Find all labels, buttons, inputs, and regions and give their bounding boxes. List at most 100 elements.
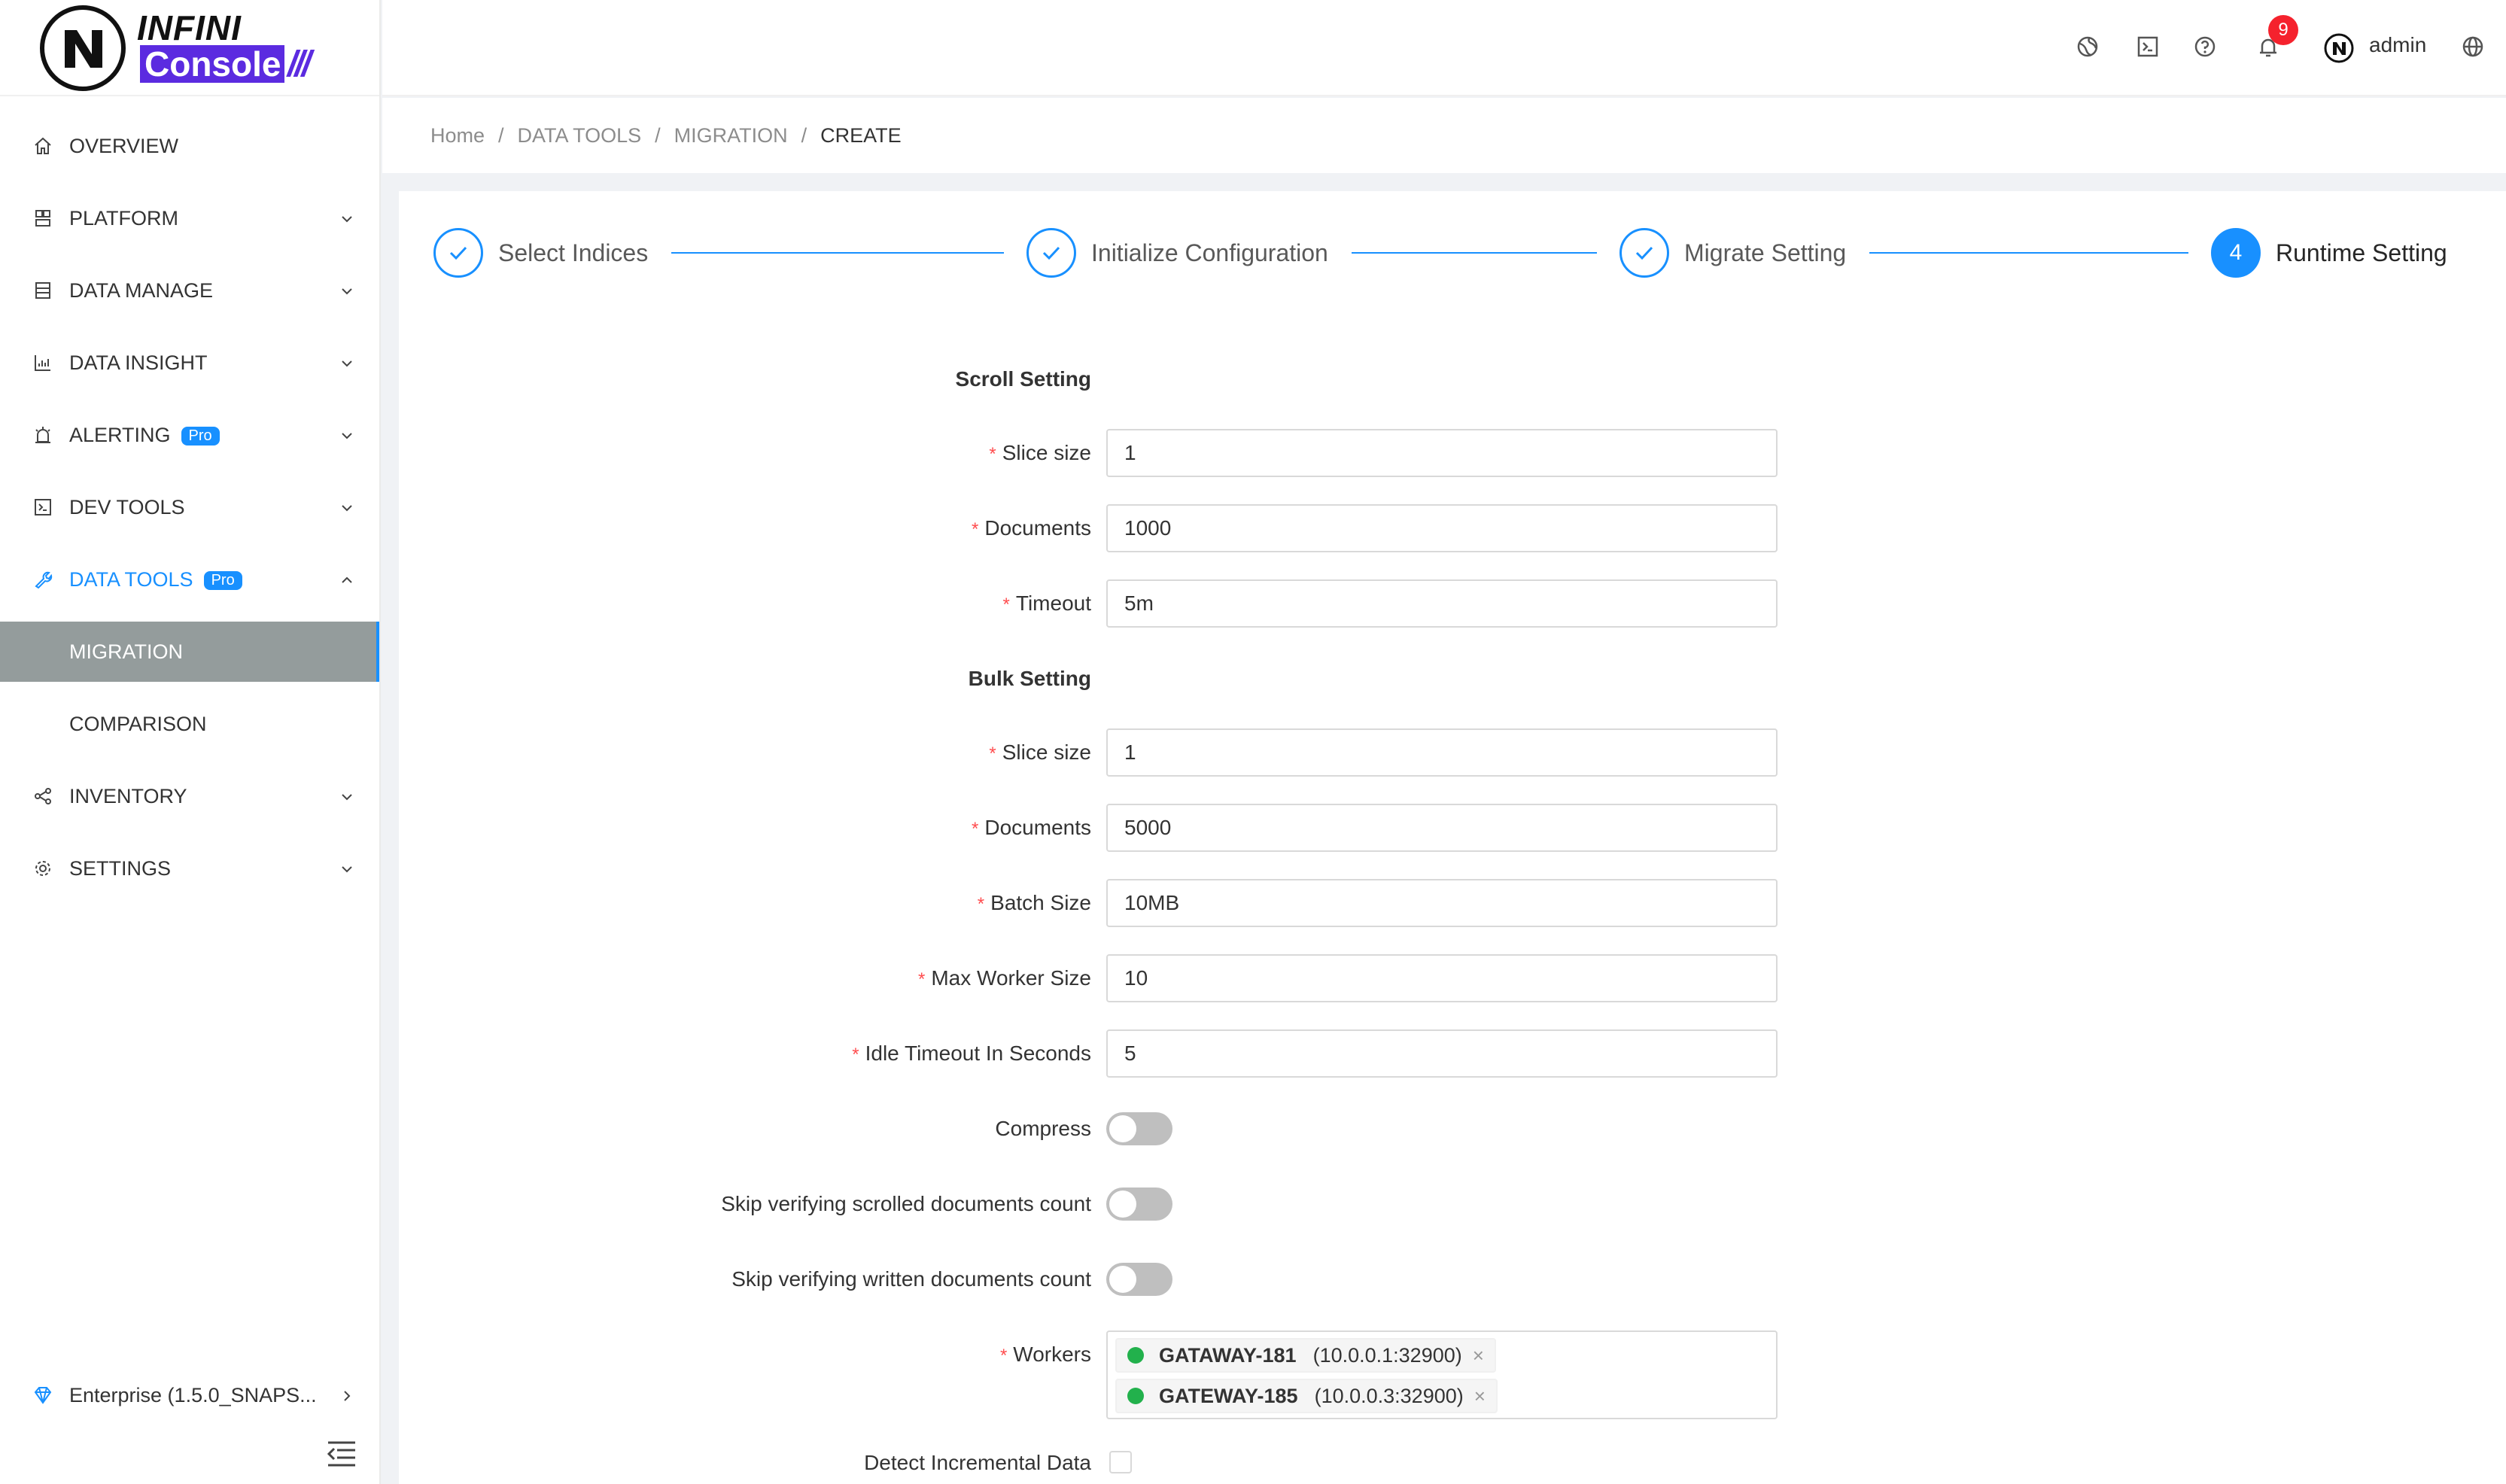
sidebar-item-alerting[interactable]: ALERTING Pro — [0, 405, 379, 465]
bulk-documents-input[interactable]: 5000 — [1106, 804, 1778, 852]
required-mark: * — [989, 744, 996, 764]
sidebar-item-data-manage[interactable]: DATA MANAGE — [0, 260, 379, 321]
required-mark: * — [977, 894, 985, 914]
skip-scrolled-switch[interactable] — [1106, 1188, 1172, 1221]
required-mark: * — [972, 519, 979, 540]
notification-badge: 9 — [2268, 15, 2298, 45]
online-status-dot — [1127, 1347, 1144, 1364]
globe-network-icon[interactable] — [2076, 35, 2100, 59]
close-icon[interactable]: × — [1473, 1344, 1484, 1367]
label-idle-timeout: * Idle Timeout In Seconds — [852, 1042, 1091, 1065]
step-title: Initialize Configuration — [1091, 239, 1328, 266]
logo[interactable]: INFINI Console /// — [0, 0, 379, 96]
help-icon[interactable] — [2193, 35, 2217, 59]
step-current-circle: 4 — [2211, 228, 2261, 278]
label-detect-incremental: Detect Incremental Data — [864, 1451, 1091, 1474]
version-info[interactable]: Enterprise (1.5.0_SNAPS... — [0, 1365, 379, 1425]
sidebar-item-dev-tools[interactable]: DEV TOOLS — [0, 477, 379, 537]
sidebar-item-settings[interactable]: SETTINGS — [0, 838, 379, 899]
sidebar-item-data-insight[interactable]: DATA INSIGHT — [0, 333, 379, 393]
breadcrumb-home[interactable]: Home — [430, 124, 485, 147]
sidebar-item-label: DATA MANAGE — [69, 278, 214, 302]
sidebar-subitem-migration[interactable]: MIGRATION — [0, 622, 379, 682]
idle-timeout-input[interactable]: 5 — [1106, 1029, 1778, 1078]
menu-fold-icon[interactable] — [327, 1440, 357, 1467]
compress-switch[interactable] — [1106, 1112, 1172, 1145]
platform-icon — [35, 210, 50, 227]
required-mark: * — [852, 1045, 859, 1065]
skip-written-switch[interactable] — [1106, 1263, 1172, 1296]
avatar[interactable] — [2324, 33, 2354, 63]
sidebar-item-label: INVENTORY — [69, 784, 187, 807]
sidebar-item-platform[interactable]: PLATFORM — [0, 188, 379, 248]
scroll-documents-input[interactable]: 1000 — [1106, 504, 1778, 552]
sidebar-subitem-label: MIGRATION — [69, 640, 183, 663]
console-icon[interactable] — [2136, 35, 2160, 59]
breadcrumb-data-tools[interactable]: DATA TOOLS — [518, 124, 642, 147]
step-finish-circle — [1619, 228, 1669, 278]
label-batch-size: * Batch Size — [977, 891, 1091, 914]
breadcrumb-separator: / — [655, 123, 661, 147]
sidebar-item-data-tools[interactable]: DATA TOOLS Pro — [0, 549, 379, 610]
chevron-down-icon — [342, 216, 352, 223]
breadcrumb-migration[interactable]: MIGRATION — [674, 124, 788, 147]
label-scroll-slice-size: * Slice size — [989, 441, 1091, 464]
scroll-timeout-input[interactable]: 5m — [1106, 579, 1778, 628]
label-scroll-timeout: * Timeout — [1002, 591, 1091, 615]
step-connector — [1869, 252, 2188, 254]
step-runtime-setting[interactable]: 4 Runtime Setting — [2211, 227, 2447, 278]
sidebar-item-label: DATA INSIGHT — [69, 351, 208, 374]
max-worker-size-input[interactable]: 10 — [1106, 954, 1778, 1002]
label-max-worker-size: * Max Worker Size — [918, 966, 1091, 990]
step-title: Runtime Setting — [2276, 239, 2447, 266]
step-select-indices[interactable]: Select Indices — [433, 227, 648, 278]
worker-address: (10.0.0.1:32900) — [1312, 1343, 1462, 1367]
label-workers: * Workers — [999, 1343, 1091, 1366]
gear-icon — [35, 861, 50, 876]
breadcrumb-separator: / — [498, 123, 504, 147]
pro-badge: Pro — [181, 426, 220, 446]
check-icon — [449, 246, 467, 260]
user-name[interactable]: admin — [2369, 33, 2426, 57]
step-finish-circle — [433, 228, 483, 278]
content-card: Select Indices Initialize Configuration … — [399, 191, 2506, 1484]
chevron-down-icon — [342, 288, 352, 295]
close-icon[interactable]: × — [1474, 1385, 1486, 1408]
version-label: Enterprise (1.5.0_SNAPS... — [69, 1383, 317, 1406]
sidebar-subitem-comparison[interactable]: COMPARISON — [0, 694, 379, 754]
bulk-slice-size-input[interactable]: 1 — [1106, 728, 1778, 777]
worker-tag: GATEWAY-185 (10.0.0.3:32900) × — [1115, 1379, 1498, 1413]
wrench-icon — [35, 571, 53, 589]
step-title: Migrate Setting — [1684, 239, 1847, 266]
worker-tag: GATAWAY-181 (10.0.0.1:32900) × — [1115, 1338, 1496, 1373]
check-icon — [1635, 246, 1653, 260]
language-globe-icon[interactable] — [2461, 35, 2485, 59]
sidebar-item-overview[interactable]: OVERVIEW — [0, 116, 379, 176]
section-bulk-setting: Bulk Setting — [968, 667, 1091, 690]
sidebar-item-label: PLATFORM — [69, 206, 179, 230]
batch-size-input[interactable]: 10MB — [1106, 879, 1778, 927]
label-bulk-documents: * Documents — [972, 816, 1091, 839]
breadcrumb-create: CREATE — [820, 123, 902, 147]
sidebar-subitem-label: COMPARISON — [69, 712, 207, 735]
step-initialize-configuration[interactable]: Initialize Configuration — [1026, 227, 1328, 278]
label-scroll-documents: * Documents — [972, 516, 1091, 540]
sidebar-item-label: OVERVIEW — [69, 134, 179, 157]
chevron-right-icon — [344, 1391, 351, 1401]
brand-bottom-text: Console — [140, 45, 284, 83]
required-mark: * — [999, 1346, 1008, 1366]
breadcrumb: Home / DATA TOOLS / MIGRATION / CREATE — [382, 98, 2506, 173]
step-title: Select Indices — [498, 239, 649, 266]
top-header — [382, 0, 2506, 96]
sidebar-item-label: DATA TOOLS Pro — [69, 568, 242, 591]
chevron-up-icon — [342, 576, 352, 583]
sidebar-item-inventory[interactable]: INVENTORY — [0, 766, 379, 826]
step-migrate-setting[interactable]: Migrate Setting — [1619, 227, 1846, 278]
detect-incremental-checkbox[interactable] — [1109, 1451, 1132, 1473]
home-icon — [35, 137, 51, 154]
scroll-slice-size-input[interactable]: 1 — [1106, 429, 1778, 477]
label-compress: Compress — [995, 1117, 1091, 1140]
required-mark: * — [1002, 595, 1010, 615]
alarm-icon — [35, 427, 50, 443]
workers-select[interactable]: GATAWAY-181 (10.0.0.1:32900) × GATEWAY-1… — [1106, 1330, 1778, 1419]
